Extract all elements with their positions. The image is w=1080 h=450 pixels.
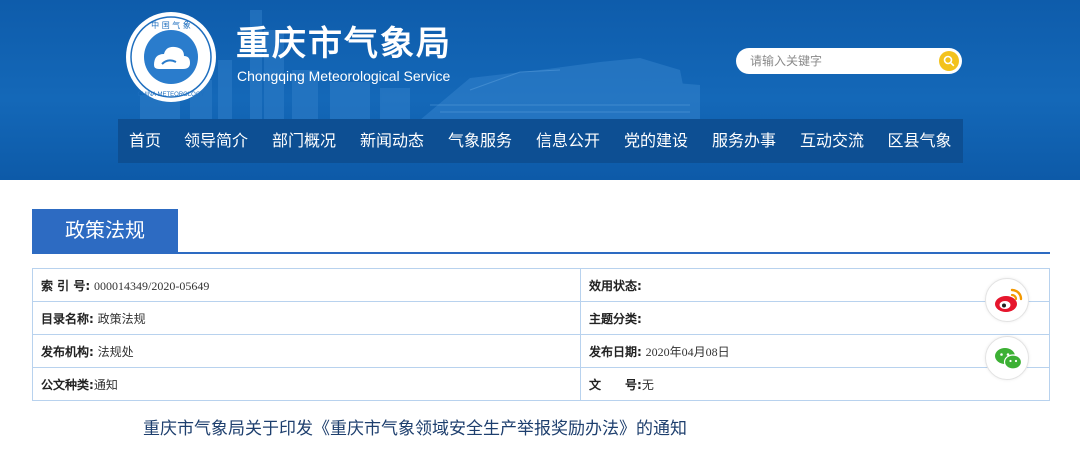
nav-item-news[interactable]: 新闻动态 xyxy=(348,119,436,163)
site-header: 中 国 气 象 CHINA METEOROLOGY 重庆市气象局 Chongqi… xyxy=(0,0,1080,180)
index-value: 000014349/2020-05649 xyxy=(93,278,210,293)
nav-item-home[interactable]: 首页 xyxy=(118,119,172,163)
nav-item-districts[interactable]: 区县气象 xyxy=(876,119,963,163)
issuer-value: 法规处 xyxy=(97,344,134,359)
svg-text:CHINA METEOROLOGY: CHINA METEOROLOGY xyxy=(137,92,204,98)
site-subtitle: Chongqing Meteorological Service xyxy=(237,68,451,84)
search-box xyxy=(736,48,962,74)
index-label: 索 引 号: xyxy=(41,278,91,293)
share-wechat-button[interactable] xyxy=(985,336,1029,380)
nav-item-party-building[interactable]: 党的建设 xyxy=(612,119,700,163)
doctype-label: 公文种类: xyxy=(41,377,94,392)
nav-item-departments[interactable]: 部门概况 xyxy=(260,119,348,163)
topic-cell: 主题分类: xyxy=(580,301,1050,335)
nav-item-information-disclosure[interactable]: 信息公开 xyxy=(524,119,612,163)
docno-cell: 文 号:无 xyxy=(580,367,1050,401)
index-cell: 索 引 号: 000014349/2020-05649 xyxy=(32,268,581,302)
doctype-value: 通知 xyxy=(93,377,118,392)
date-value: 2020年04月08日 xyxy=(645,344,730,359)
article-title: 重庆市气象局关于印发《重庆市气象领域安全生产举报奖励办法》的通知 xyxy=(143,419,687,439)
status-cell: 效用状态: xyxy=(580,268,1050,302)
weibo-icon xyxy=(995,288,1023,312)
section-divider xyxy=(32,252,1050,254)
svg-text:中 国 气 象: 中 国 气 象 xyxy=(151,20,191,30)
document-info-table: 索 引 号: 000014349/2020-05649 效用状态: 目录名称: … xyxy=(32,268,1050,401)
table-row: 索 引 号: 000014349/2020-05649 效用状态: xyxy=(32,268,1050,302)
main-nav: 首页 领导简介 部门概况 新闻动态 气象服务 信息公开 党的建设 服务办事 互动… xyxy=(118,119,963,163)
catalog-cell: 目录名称: 政策法规 xyxy=(32,301,581,335)
table-row: 目录名称: 政策法规 主题分类: xyxy=(32,301,1050,335)
section-title: 政策法规 xyxy=(32,209,178,252)
wechat-icon xyxy=(995,348,1023,370)
date-label: 发布日期: xyxy=(589,344,642,359)
docno-value: 无 xyxy=(641,377,654,392)
search-input[interactable] xyxy=(750,51,930,71)
share-weibo-button[interactable] xyxy=(985,278,1029,322)
topic-label: 主题分类: xyxy=(589,311,642,326)
table-row: 发布机构: 法规处 发布日期: 2020年04月08日 xyxy=(32,334,1050,368)
docno-label: 文 号: xyxy=(589,377,642,392)
meteorology-logo-icon: 中 国 气 象 CHINA METEOROLOGY xyxy=(126,12,216,102)
doctype-cell: 公文种类:通知 xyxy=(32,367,581,401)
nav-item-leaders[interactable]: 领导简介 xyxy=(172,119,260,163)
search-button[interactable] xyxy=(939,51,959,71)
status-label: 效用状态: xyxy=(589,278,642,293)
nav-item-weather-services[interactable]: 气象服务 xyxy=(436,119,524,163)
issuer-cell: 发布机构: 法规处 xyxy=(32,334,581,368)
catalog-value: 政策法规 xyxy=(97,311,146,326)
issuer-label: 发布机构: xyxy=(41,344,94,359)
nav-item-online-services[interactable]: 服务办事 xyxy=(700,119,788,163)
date-cell: 发布日期: 2020年04月08日 xyxy=(580,334,1050,368)
site-title: 重庆市气象局 xyxy=(236,24,452,64)
search-icon xyxy=(943,55,955,67)
catalog-label: 目录名称: xyxy=(41,311,94,326)
table-row: 公文种类:通知 文 号:无 xyxy=(32,367,1050,401)
nav-item-interaction[interactable]: 互动交流 xyxy=(788,119,876,163)
